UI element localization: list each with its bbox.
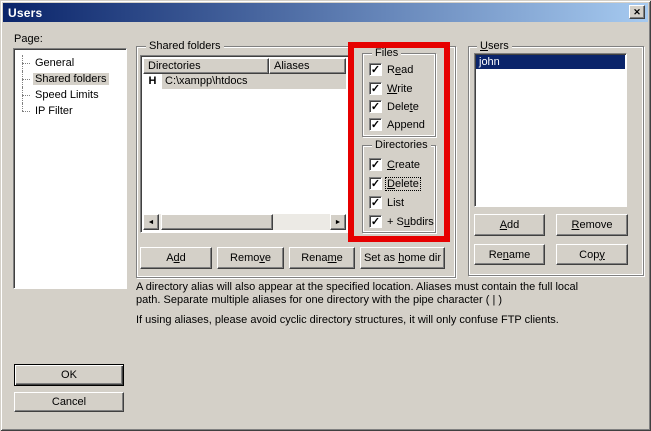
tree-item-label: Speed Limits	[33, 89, 101, 101]
checkbox-create[interactable]: Create	[369, 158, 421, 171]
directories-list[interactable]: Directories Aliases H C:\xampp\htdocs ◄ …	[140, 55, 349, 233]
scrollbar-thumb[interactable]	[161, 214, 273, 230]
button-label: Remove	[572, 219, 613, 231]
ok-button[interactable]: OK	[14, 364, 124, 386]
rename-user-button[interactable]: Rename	[474, 244, 545, 265]
column-header-aliases[interactable]: Aliases	[269, 58, 346, 74]
button-label: Remove	[230, 252, 271, 264]
tree-item-label: Shared folders	[33, 73, 109, 85]
read-checkbox[interactable]	[369, 63, 382, 76]
button-label: Cancel	[52, 396, 86, 408]
remove-directory-button[interactable]: Remove	[217, 247, 284, 269]
note-line: path. Separate multiple aliases for one …	[136, 294, 648, 307]
tree-item-general[interactable]: General	[14, 55, 126, 71]
button-label: Copy	[579, 249, 605, 261]
note-line: A directory alias will also appear at th…	[136, 281, 648, 294]
tree-item-label: IP Filter	[33, 105, 75, 117]
create-label: Create	[386, 159, 421, 171]
checkbox-delete-files[interactable]: Delete	[369, 100, 420, 113]
list-label: List	[386, 197, 405, 209]
cancel-button[interactable]: Cancel	[14, 392, 124, 412]
write-label: Write	[386, 83, 413, 95]
rename-directory-button[interactable]: Rename	[289, 247, 355, 269]
directories-list-header: Directories Aliases	[143, 58, 346, 74]
close-icon[interactable]: ✕	[629, 5, 645, 19]
users-group-title: Users	[477, 40, 512, 52]
alias-help-text: A directory alias will also appear at th…	[136, 281, 648, 327]
checkbox-write[interactable]: Write	[369, 82, 413, 95]
write-checkbox[interactable]	[369, 82, 382, 95]
scroll-left-icon[interactable]: ◄	[143, 214, 159, 230]
read-label: Read	[386, 64, 414, 76]
set-as-home-dir-button[interactable]: Set as home dir	[360, 247, 445, 269]
append-label: Append	[386, 119, 426, 131]
button-label: Rename	[489, 249, 531, 261]
users-list[interactable]: john	[474, 53, 627, 207]
append-checkbox[interactable]	[369, 118, 382, 131]
button-label: Set as home dir	[364, 252, 441, 264]
button-label: OK	[61, 369, 77, 381]
button-label: Add	[500, 219, 520, 231]
window-title: Users	[3, 6, 42, 20]
checkbox-subdirs[interactable]: + Subdirs	[369, 215, 435, 228]
user-name: john	[479, 56, 500, 68]
directory-path: C:\xampp\htdocs	[162, 74, 346, 89]
note-line: If using aliases, please avoid cyclic di…	[136, 314, 648, 327]
list-checkbox[interactable]	[369, 196, 382, 209]
shared-folders-group-title: Shared folders	[146, 40, 224, 52]
button-label: Rename	[301, 252, 343, 264]
user-row-john[interactable]: john	[476, 55, 625, 69]
directory-row[interactable]: H C:\xampp\htdocs	[143, 74, 346, 89]
delete-files-checkbox[interactable]	[369, 100, 382, 113]
directories-group-title: Directories	[372, 139, 431, 151]
subdirs-label: + Subdirs	[386, 216, 435, 228]
files-group-title: Files	[372, 47, 401, 59]
horizontal-scrollbar[interactable]: ◄ ►	[143, 214, 346, 230]
tree-item-shared-folders[interactable]: Shared folders	[14, 71, 126, 87]
tree-item-ip-filter[interactable]: IP Filter	[14, 103, 126, 119]
tree-item-label: General	[33, 57, 76, 69]
button-label: Add	[166, 252, 186, 264]
scroll-right-glyph: ►	[335, 219, 342, 226]
checkbox-read[interactable]: Read	[369, 63, 414, 76]
delete-dirs-label: Delete	[386, 178, 420, 190]
checkbox-list[interactable]: List	[369, 196, 405, 209]
users-dialog: Users ✕ Page: General Shared folders Spe…	[0, 0, 651, 431]
directories-permissions-group: Create Delete List + Subdirs	[362, 145, 436, 233]
page-label: Page:	[14, 33, 43, 45]
delete-dirs-checkbox[interactable]	[369, 177, 382, 190]
add-user-button[interactable]: Add	[474, 214, 545, 236]
close-glyph: ✕	[633, 8, 641, 17]
tree-item-speed-limits[interactable]: Speed Limits	[14, 87, 126, 103]
remove-user-button[interactable]: Remove	[556, 214, 628, 236]
checkbox-delete-dirs[interactable]: Delete	[369, 177, 420, 190]
home-flag: H	[143, 74, 162, 89]
files-group: Read Write Delete Append	[362, 53, 436, 137]
checkbox-append[interactable]: Append	[369, 118, 426, 131]
scroll-left-glyph: ◄	[148, 219, 155, 226]
create-checkbox[interactable]	[369, 158, 382, 171]
subdirs-checkbox[interactable]	[369, 215, 382, 228]
page-tree[interactable]: General Shared folders Speed Limits IP F…	[13, 48, 127, 289]
column-header-directories[interactable]: Directories	[143, 58, 269, 74]
add-directory-button[interactable]: Add	[140, 247, 212, 269]
scroll-right-icon[interactable]: ►	[330, 214, 346, 230]
titlebar[interactable]: Users ✕	[3, 3, 648, 22]
delete-files-label: Delete	[386, 101, 420, 113]
copy-user-button[interactable]: Copy	[556, 244, 628, 265]
